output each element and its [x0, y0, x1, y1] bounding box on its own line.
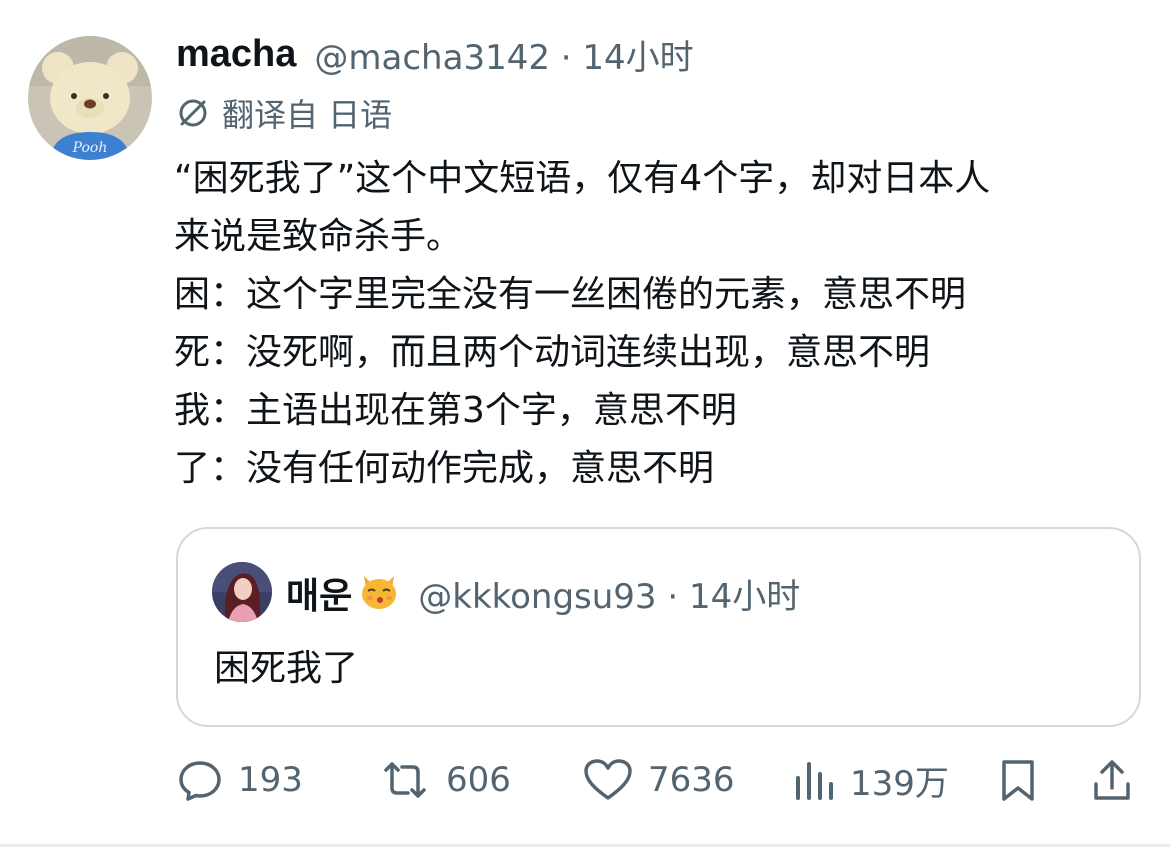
- tweet-line: 来说是致命杀手。: [174, 216, 463, 257]
- kissing-cat-emoji-icon: [358, 570, 400, 616]
- author-name[interactable]: macha: [176, 33, 296, 76]
- tweet-text: “困死我了”这个中文短语，仅有4个字，却对日本人 来说是致命杀手。 困：这个字里…: [174, 150, 1134, 498]
- like-count: 7636: [648, 760, 735, 800]
- retweet-count: 606: [446, 760, 511, 800]
- translation-indicator[interactable]: 翻译自 日语: [176, 90, 392, 136]
- views-count: 139万: [850, 763, 949, 804]
- translate-icon: [179, 99, 207, 127]
- translated-label: 翻译自 日语: [222, 96, 393, 134]
- tweet-line: 死：没死啊，而且两个动词连续出现，意思不明: [174, 332, 931, 373]
- quoted-header: 매운 @kkkongsu93 · 14小时: [286, 567, 800, 619]
- retweet-button[interactable]: 606: [378, 750, 511, 810]
- author-handle-time[interactable]: @macha3142 · 14小时: [314, 30, 693, 79]
- quoted-tweet-card[interactable]: 매운 @kkkongsu93 · 14小时 困死我了: [176, 527, 1141, 727]
- share-button[interactable]: [1090, 750, 1148, 810]
- person-avatar-icon: [212, 562, 272, 622]
- reply-count: 193: [238, 760, 303, 800]
- reply-button[interactable]: 193: [176, 750, 303, 810]
- tweet-line: 了：没有任何动作完成，意思不明: [174, 448, 715, 489]
- retweet-icon: [384, 762, 426, 798]
- quoted-author-name[interactable]: 매운: [286, 567, 352, 619]
- analytics-icon: [796, 762, 833, 800]
- quoted-author-avatar[interactable]: [212, 562, 272, 622]
- tweet-line: 困：这个字里完全没有一丝困倦的元素，意思不明: [174, 274, 967, 315]
- quoted-handle-time[interactable]: @kkkongsu93 · 14小时: [418, 569, 800, 618]
- quoted-text: 困死我了: [214, 648, 359, 689]
- reply-icon: [179, 761, 221, 801]
- like-button[interactable]: 7636: [582, 750, 735, 810]
- share-icon: [1094, 760, 1130, 800]
- tweet-header: macha @macha3142 · 14小时: [176, 26, 694, 82]
- bookmark-button[interactable]: [996, 750, 1054, 810]
- author-avatar[interactable]: Pooh: [28, 36, 152, 160]
- heart-icon: [584, 759, 632, 800]
- pooh-bear-avatar-icon: Pooh: [28, 36, 152, 160]
- tweet-action-bar: 193 606 7636 139万: [176, 750, 1136, 810]
- views-button[interactable]: 139万: [792, 750, 949, 810]
- tweet-line: “困死我了”这个中文短语，仅有4个字，却对日本人: [174, 158, 991, 199]
- bookmark-icon: [1002, 760, 1034, 801]
- tweet-line: 我：主语出现在第3个字，意思不明: [174, 390, 737, 431]
- svg-text:Pooh: Pooh: [72, 140, 108, 156]
